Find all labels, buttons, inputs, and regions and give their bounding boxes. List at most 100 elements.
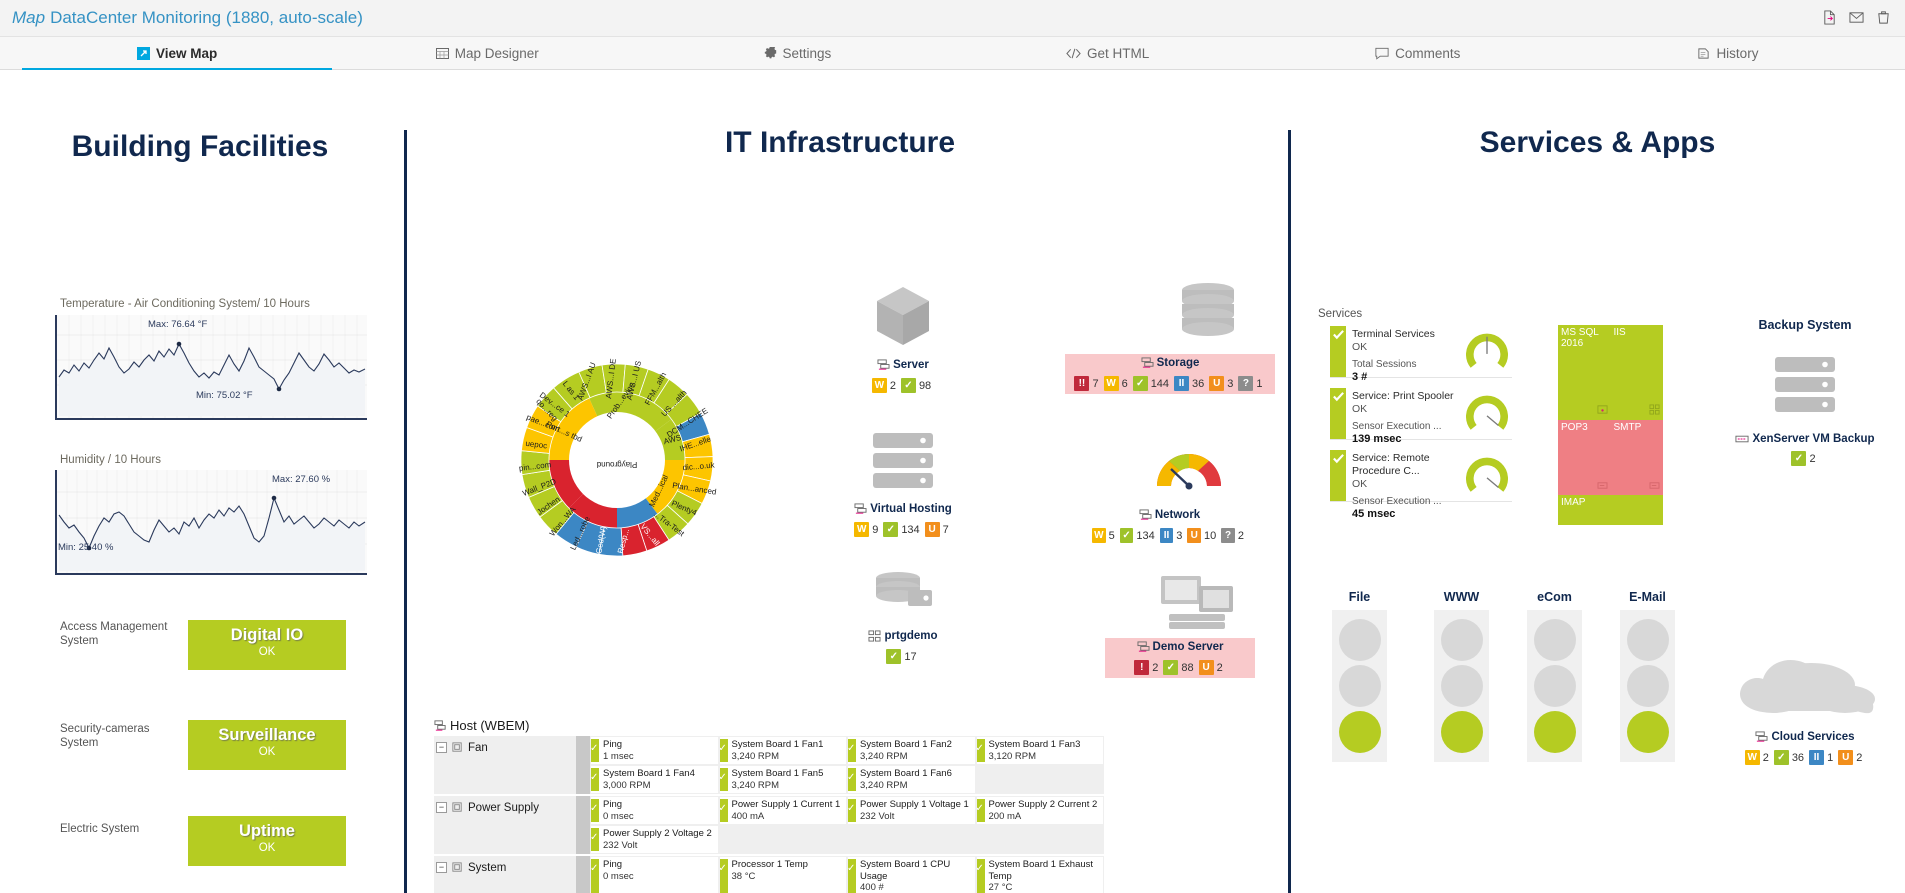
badge-count: 17	[904, 650, 917, 663]
sensor-label: System Board 1 CPU Usage	[860, 859, 951, 882]
traffic-light-title: File	[1348, 590, 1371, 604]
status-block-uptime[interactable]: Uptime OK	[188, 816, 346, 866]
traffic-light-box[interactable]	[1620, 610, 1675, 762]
badge-up: ✓	[883, 522, 899, 537]
sensor-label: System Board 1 Exhaust Temp	[988, 859, 1094, 882]
service-state: OK	[1352, 341, 1368, 353]
service-card-print-spooler[interactable]: Service: Print Spooler OK Sensor Executi…	[1330, 388, 1512, 445]
treemap-cell[interactable]: IMAP	[1558, 495, 1611, 525]
treemap-cell[interactable]: SMTP	[1610, 420, 1663, 495]
service-card-rpc[interactable]: Service: Remote Procedure C... OK Sensor…	[1330, 450, 1512, 520]
delete-icon[interactable]	[1876, 10, 1891, 25]
wbem-sensor-cell[interactable]: Power Supply 1 Voltage 1232 Volt	[847, 796, 976, 825]
wbem-sensor-cell[interactable]: Power Supply 1 Current 1400 mA	[718, 796, 847, 825]
badge-up: ✓	[1119, 528, 1134, 543]
traffic-light-box[interactable]	[1332, 610, 1387, 762]
sensor-status-icon	[847, 768, 856, 791]
service-card-terminal-services[interactable]: Terminal Services OK Total Sessions 3 #	[1330, 326, 1512, 383]
temperature-max-label: Max: 76.64 °F	[148, 319, 208, 330]
tab-view-map[interactable]: View Map	[22, 37, 333, 71]
wbem-sensor-cell[interactable]: System Board 1 Exhaust Temp27 °C	[975, 856, 1104, 893]
device-node-prtgdemo[interactable]: prtgdemo ✓ 17	[838, 570, 968, 664]
traffic-light-file[interactable]: File	[1332, 590, 1387, 762]
sensor-text: Power Supply 1 Voltage 1 232 Volt	[860, 799, 972, 822]
badge-count: 2	[1856, 751, 1863, 764]
status-block-name: Digital IO	[230, 626, 304, 644]
backup-system-node[interactable]: Backup System XenServer VM Backup ✓ 2	[1700, 318, 1905, 466]
sensor-value: 3,240 RPM	[731, 750, 780, 762]
service-value: 139 msec	[1352, 433, 1402, 445]
check-icon	[1332, 330, 1344, 340]
expander-icon[interactable]: −	[436, 862, 447, 873]
expander-icon[interactable]: −	[436, 802, 447, 813]
sensor-status-icon	[719, 859, 728, 893]
device-node-storage[interactable]: Storage !! 7 W 6 ✓ 144 II 36 U 3 ? 1	[1065, 282, 1275, 394]
tab-history[interactable]: History	[1573, 37, 1883, 70]
tab-map-designer[interactable]: Map Designer	[332, 37, 642, 70]
tab-comments[interactable]: Comments	[1263, 37, 1573, 70]
device-node-cloud-services[interactable]: Cloud Services W 2 ✓ 36 II 1 U 2	[1700, 645, 1905, 765]
sensor-text: Ping 1 msec	[603, 739, 637, 762]
wbem-sensor-cell[interactable]: Ping1 msec	[590, 736, 719, 765]
treemap-cell[interactable]: IIS	[1610, 325, 1663, 420]
sensor-label: System Board 1 Fan2	[860, 739, 952, 750]
badge-count: 2	[1216, 661, 1223, 674]
wbem-sensor-cell[interactable]: System Board 1 Fan13,240 RPM	[718, 736, 847, 765]
treemap-cell[interactable]: MS SQL 2016	[1558, 325, 1611, 420]
lamp-green	[1440, 711, 1483, 753]
tab-settings[interactable]: Settings	[642, 37, 952, 70]
status-caption-security: Security-cameras System	[60, 723, 150, 749]
treemap[interactable]: MS SQL 2016 IIS POP3 SMTP IMAP	[1558, 325, 1663, 525]
device-node-demo-server[interactable]: Demo Server ! 2 ✓ 88 U 2	[1105, 570, 1255, 678]
sunburst-chart[interactable]: AWS...I AU AWS...I DE AWS...I US FFM...a…	[465, 260, 770, 680]
traffic-light-box[interactable]	[1527, 610, 1582, 762]
wbem-sensor-cell[interactable]: Power Supply 2 Current 2200 mA	[975, 796, 1104, 825]
traffic-light-www[interactable]: WWW	[1434, 590, 1489, 762]
divider-right	[1288, 130, 1291, 893]
tab-label: Settings	[782, 46, 832, 61]
badge-count: 10	[1204, 529, 1217, 542]
wbem-sensor-cell[interactable]: System Board 1 Fan43,000 RPM	[590, 765, 719, 794]
humidity-chart[interactable]	[55, 470, 367, 575]
wbem-sensor-cell[interactable]: Ping0 msec	[590, 796, 719, 825]
export-icon[interactable]	[1822, 10, 1837, 25]
sensor-text: System Board 1 Fan5 3,240 RPM	[732, 768, 827, 791]
badge-unusual: U	[1198, 660, 1214, 675]
service-name: Terminal Services	[1352, 328, 1435, 340]
temperature-chart[interactable]	[55, 315, 367, 420]
sensor-status-icon	[976, 859, 985, 893]
sensor-status-icon	[847, 799, 856, 822]
wbem-sensor-cell[interactable]: Power Supply 2 Voltage 2232 Volt	[590, 825, 719, 854]
badge-count: 1	[1256, 377, 1263, 390]
device-node-server[interactable]: Server W 2 ✓ 98	[838, 285, 968, 393]
lamp-yellow	[1533, 665, 1576, 707]
sensor-text: System Board 1 Fan1 3,240 RPM	[732, 739, 827, 762]
wbem-sensor-cell[interactable]: System Board 1 Fan23,240 RPM	[847, 736, 976, 765]
device-node-network[interactable]: Network W 5 ✓ 134 II 3 U 10 ? 2	[1091, 438, 1247, 543]
traffic-light-email[interactable]: E-Mail	[1620, 590, 1675, 762]
wbem-sensor-cell[interactable]: System Board 1 Fan53,240 RPM	[718, 765, 847, 794]
service-metric: Sensor Execution ...	[1352, 421, 1442, 432]
wbem-sensor-cell[interactable]: System Board 1 CPU Usage400 #	[847, 856, 976, 893]
humidity-chart-label: Humidity / 10 Hours	[60, 454, 161, 466]
sensor-value: 1 msec	[603, 750, 634, 762]
badge-count: 6	[1121, 377, 1128, 390]
device-node-virtual-hosting[interactable]: Virtual Hosting W 9 ✓ 134 U 7	[838, 430, 968, 537]
status-block-surveillance[interactable]: Surveillance OK	[188, 720, 346, 770]
treemap-cell[interactable]: POP3	[1558, 420, 1611, 495]
expander-icon[interactable]: −	[436, 742, 447, 753]
monitors-icon	[1161, 576, 1233, 629]
badge-unknown: ?	[1221, 528, 1235, 543]
wbem-sensor-cell[interactable]: System Board 1 Fan63,240 RPM	[847, 765, 976, 794]
group-accent-bar	[576, 796, 590, 854]
wbem-sensor-cell[interactable]: Ping0 msec	[590, 856, 719, 893]
tab-get-html[interactable]: Get HTML	[953, 37, 1263, 70]
mail-icon[interactable]	[1849, 10, 1864, 25]
badge-count: 144	[1150, 377, 1170, 390]
traffic-light-box[interactable]	[1434, 610, 1489, 762]
status-block-digital-io[interactable]: Digital IO OK	[188, 620, 346, 670]
wbem-sensor-cell[interactable]: Processor 1 Temp38 °C	[718, 856, 847, 893]
group-icon	[451, 741, 464, 759]
wbem-sensor-cell[interactable]: System Board 1 Fan33,120 RPM	[975, 736, 1104, 765]
traffic-light-ecom[interactable]: eCom	[1527, 590, 1582, 762]
